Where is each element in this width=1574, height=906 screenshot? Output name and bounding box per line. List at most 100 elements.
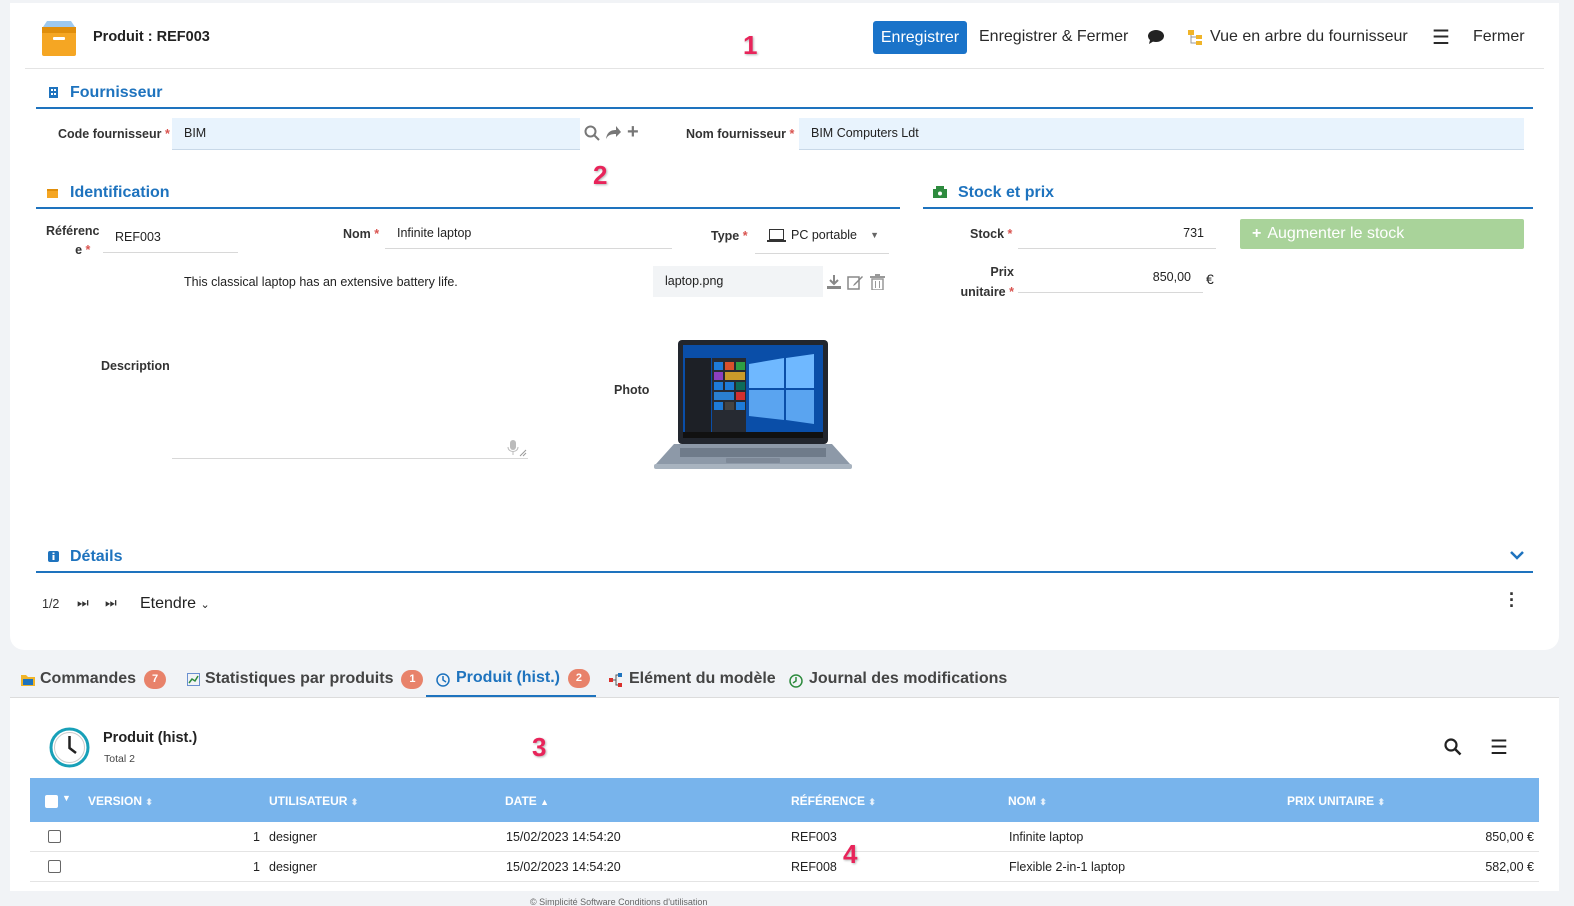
pager-position: 1/2 xyxy=(42,597,60,611)
search-icon[interactable] xyxy=(1444,738,1462,756)
footer: © Simplicité Software Conditions d'utili… xyxy=(530,897,708,906)
increase-stock-button[interactable]: + Augmenter le stock xyxy=(1240,219,1524,249)
name-cell: Infinite laptop xyxy=(1009,830,1084,844)
download-icon[interactable] xyxy=(826,274,842,290)
user-cell: designer xyxy=(269,830,317,844)
col-user[interactable]: UTILISATEUR ⬍ xyxy=(269,794,358,808)
name-cell: Flexible 2-in-1 laptop xyxy=(1009,860,1126,874)
unit-price-field[interactable]: 850,00 xyxy=(1018,262,1203,293)
row-checkbox[interactable] xyxy=(48,830,61,843)
history-clock-icon xyxy=(49,727,90,768)
table-row[interactable]: 1 designer 15/02/2023 14:54:20 REF008 Fl… xyxy=(30,852,1539,882)
search-icon[interactable] xyxy=(584,125,600,141)
laptop-icon xyxy=(767,229,786,242)
type-select[interactable]: PC portable ▼ xyxy=(755,220,889,254)
tab-product-stats[interactable]: Statistiques par produits 1 xyxy=(205,670,424,689)
history-total: Total 2 xyxy=(104,753,135,765)
user-cell: designer xyxy=(269,860,317,874)
select-all-checkbox[interactable] xyxy=(45,795,58,808)
sort-asc-icon: ▲ xyxy=(540,797,550,807)
tree-view-button[interactable]: Vue en arbre du fournisseur xyxy=(1210,28,1408,46)
tab-product-history[interactable]: Produit (hist.) 2 xyxy=(456,669,590,688)
chevron-down-icon[interactable] xyxy=(1509,550,1525,561)
supplier-code-label: Code fournisseur * xyxy=(58,127,170,141)
supplier-section-title: Fournisseur xyxy=(70,84,163,101)
chevron-down-icon: ▼ xyxy=(870,230,879,240)
comment-icon[interactable] xyxy=(1147,29,1165,45)
supplier-name-label: Nom fournisseur * xyxy=(686,127,795,141)
photo-label: Photo xyxy=(614,383,650,397)
sort-icon: ⬍ xyxy=(1039,797,1047,807)
identification-section-line xyxy=(36,207,900,209)
trash-icon[interactable] xyxy=(870,274,885,290)
sort-icon: ⬍ xyxy=(145,797,153,807)
last-icon[interactable]: ⏭ xyxy=(105,595,117,611)
microphone-icon[interactable] xyxy=(507,440,527,457)
sort-icon: ⬍ xyxy=(1377,797,1386,807)
history-count-badge: 2 xyxy=(567,669,590,688)
plus-icon: + xyxy=(1252,225,1262,242)
product-box-icon xyxy=(42,21,76,56)
currency-symbol: € xyxy=(1206,271,1214,287)
col-date[interactable]: DATE ▲ xyxy=(505,794,549,808)
tab-orders[interactable]: Commandes 7 xyxy=(40,670,167,689)
journal-clock-icon xyxy=(789,674,803,688)
info-icon xyxy=(48,551,59,562)
caret-down-icon[interactable]: ▼ xyxy=(62,793,71,803)
reference-cell: REF008 xyxy=(791,860,837,874)
save-close-button[interactable]: Enregistrer & Fermer xyxy=(979,28,1128,46)
next-icon[interactable]: ⏭ xyxy=(77,595,89,611)
menu-icon[interactable]: ☰ xyxy=(1432,25,1450,50)
description-label: Description xyxy=(101,359,170,373)
unit-price-label: Prix unitaire * xyxy=(960,265,1014,299)
col-unit-price[interactable]: PRIX UNITAIRE ⬍ xyxy=(1287,794,1385,808)
details-section-line xyxy=(36,571,1533,573)
stock-label: Stock * xyxy=(970,227,1013,241)
table-row[interactable]: 1 designer 15/02/2023 14:54:20 REF003 In… xyxy=(30,822,1539,852)
supplier-code-field[interactable]: BIM xyxy=(172,118,580,150)
box-icon xyxy=(47,189,58,198)
description-textarea[interactable] xyxy=(172,266,528,459)
price-cell: 582,00 € xyxy=(1485,860,1534,874)
close-button[interactable]: Fermer xyxy=(1473,28,1525,46)
model-element-icon xyxy=(609,673,622,687)
supplier-name-field: BIM Computers Ldt xyxy=(799,118,1524,150)
stats-count-badge: 1 xyxy=(401,670,424,689)
type-value: PC portable xyxy=(791,228,858,242)
edit-icon[interactable] xyxy=(847,274,864,290)
reference-field[interactable]: REF003 xyxy=(103,222,238,253)
date-cell: 15/02/2023 14:54:20 xyxy=(506,830,621,844)
col-name[interactable]: NOM ⬍ xyxy=(1008,794,1047,808)
stock-section-title: Stock et prix xyxy=(958,184,1055,201)
laptop-photo xyxy=(654,340,852,469)
tab-change-log[interactable]: Journal des modifications xyxy=(809,670,1007,688)
col-reference[interactable]: RÉFÉRENCE ⬍ xyxy=(791,794,876,808)
more-vertical-icon[interactable]: · · · xyxy=(1507,585,1517,615)
row-checkbox[interactable] xyxy=(48,860,61,873)
supplier-section-line xyxy=(36,107,1533,109)
date-cell: 15/02/2023 14:54:20 xyxy=(506,860,621,874)
increase-stock-label: Augmenter le stock xyxy=(1267,225,1405,242)
history-title: Produit (hist.) xyxy=(103,730,198,746)
details-section-title: Détails xyxy=(70,548,123,565)
annotation-2: 2 xyxy=(593,160,608,190)
tab-model-element[interactable]: Elément du modèle xyxy=(629,670,776,688)
money-icon xyxy=(933,186,947,198)
share-arrow-icon[interactable] xyxy=(605,125,622,140)
header-divider xyxy=(25,68,1544,69)
col-version[interactable]: VERSION ⬍ xyxy=(88,794,153,808)
add-icon[interactable]: + xyxy=(627,121,639,144)
annotation-1: 1 xyxy=(743,30,758,60)
save-button[interactable]: Enregistrer xyxy=(873,21,967,54)
name-field[interactable]: Infinite laptop xyxy=(385,218,672,249)
history-table-header: ▼ VERSION ⬍ UTILISATEUR ⬍ DATE ▲ RÉFÉREN… xyxy=(30,778,1539,822)
stock-field[interactable]: 731 xyxy=(1018,218,1216,249)
sort-icon: ⬍ xyxy=(868,797,876,807)
sort-icon: ⬍ xyxy=(350,797,359,807)
annotation-4: 4 xyxy=(843,839,858,869)
list-menu-icon[interactable]: ☰ xyxy=(1490,735,1508,760)
expand-dropdown[interactable]: Etendre ⌄ xyxy=(140,595,210,613)
stock-section-line xyxy=(923,207,1533,209)
chevron-down-icon: ⌄ xyxy=(200,599,210,611)
photo-file-field: laptop.png xyxy=(653,266,823,297)
